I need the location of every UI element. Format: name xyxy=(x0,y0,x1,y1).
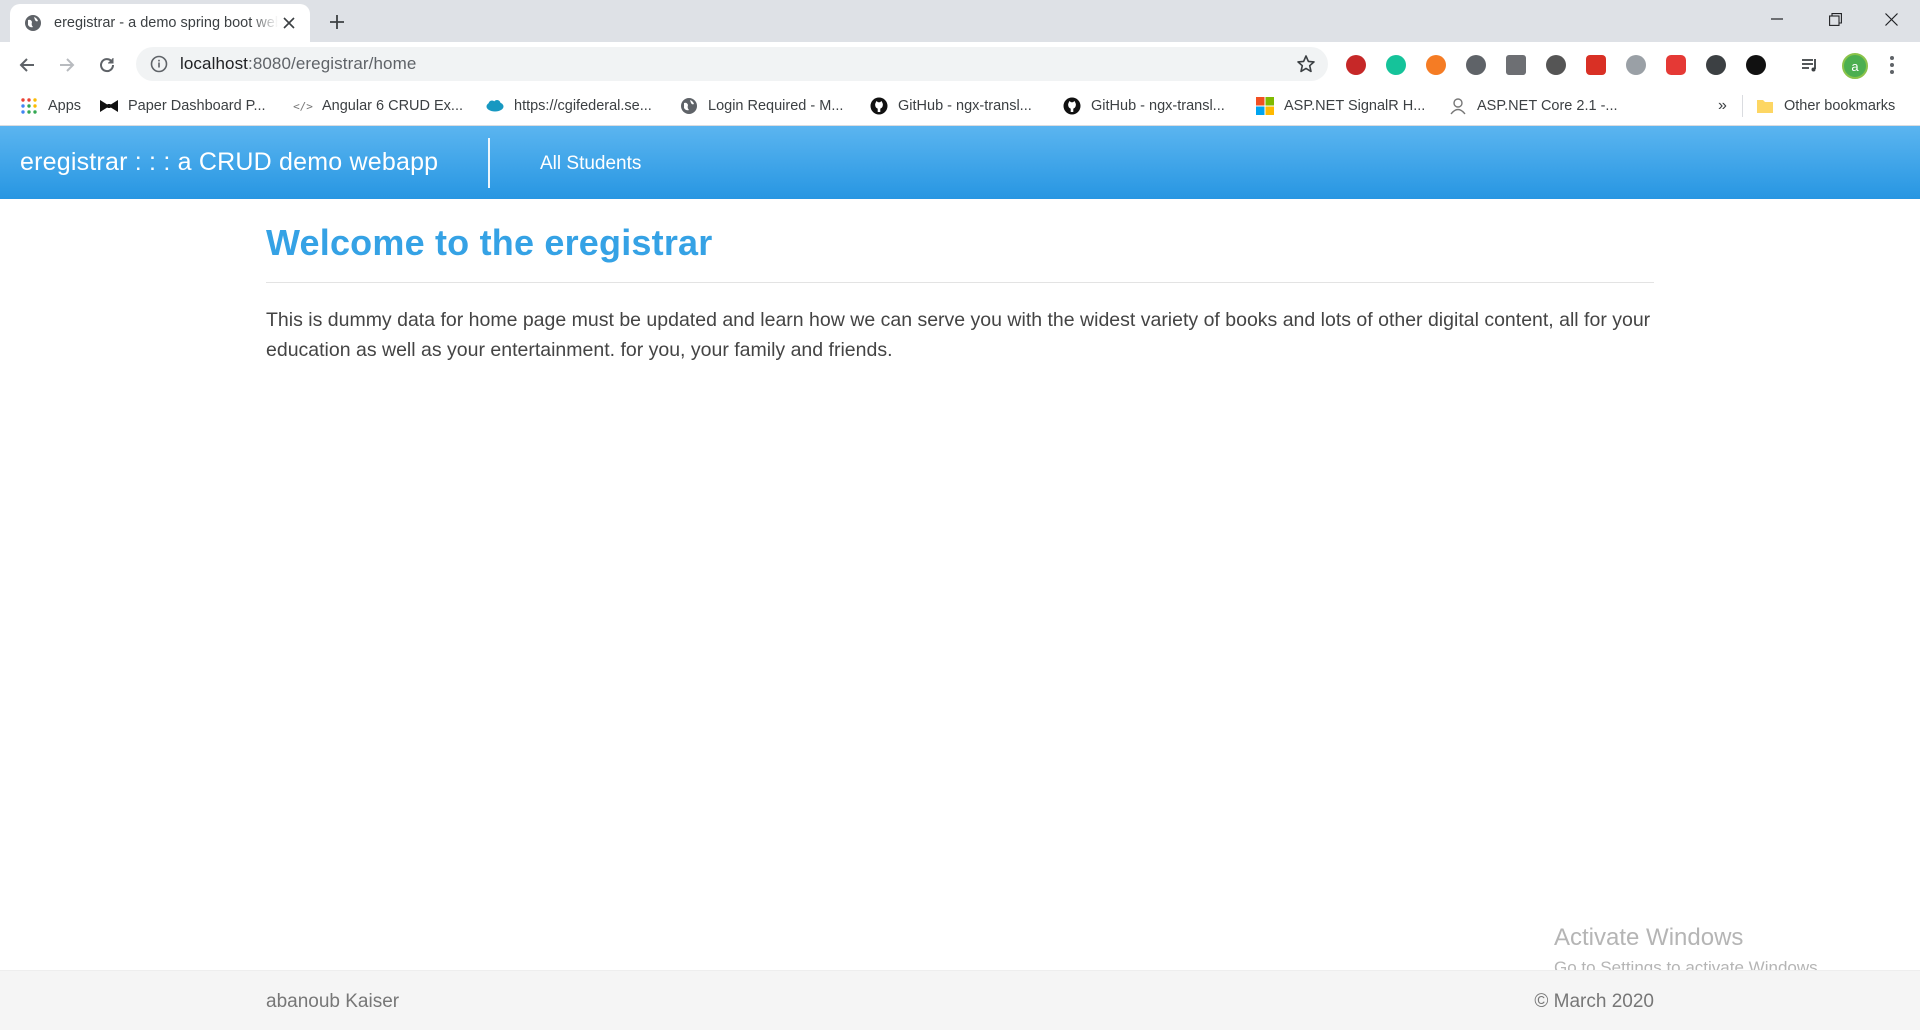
bookmark-label: GitHub - ngx-transl... xyxy=(898,98,1032,114)
address-bar[interactable]: localhost:8080/eregistrar/home xyxy=(136,47,1328,81)
bookmark-label: Login Required - M... xyxy=(708,98,844,114)
minimize-button[interactable] xyxy=(1748,0,1806,38)
nav-link-all-students[interactable]: All Students xyxy=(540,153,641,175)
other-bookmarks[interactable]: Other bookmarks xyxy=(1756,96,1895,116)
code-icon: </> xyxy=(293,99,313,113)
apps-grid-icon xyxy=(20,97,38,115)
bookmark-label: Angular 6 CRUD Ex... xyxy=(322,98,464,114)
profile-avatar[interactable]: a xyxy=(1842,53,1868,79)
media-queue-icon[interactable] xyxy=(1800,55,1820,75)
bookmark-github-2[interactable]: GitHub - ngx-transl... xyxy=(1063,96,1225,116)
browser-tab[interactable]: eregistrar - a demo spring boot webapp xyxy=(10,4,310,42)
title-divider xyxy=(266,282,1654,283)
bookmark-label: Other bookmarks xyxy=(1784,98,1896,114)
tab-title: eregistrar - a demo spring boot webapp xyxy=(54,15,278,31)
footer-author: abanoub Kaiser xyxy=(266,991,400,1012)
bookmarks-bar: Apps Paper Dashboard P... </> Angular 6 … xyxy=(0,86,1920,126)
app-brand[interactable]: eregistrar : : : a CRUD demo webapp xyxy=(20,148,438,177)
browser-menu-icon[interactable] xyxy=(1882,54,1902,76)
person-icon xyxy=(1449,97,1467,115)
shield-extension-icon[interactable] xyxy=(1586,55,1606,75)
info-icon[interactable] xyxy=(150,55,168,73)
bookmark-login-required[interactable]: Login Required - M... xyxy=(680,96,843,116)
bookmark-github-1[interactable]: GitHub - ngx-transl... xyxy=(870,96,1032,116)
film-extension-icon[interactable] xyxy=(1546,55,1566,75)
intro-paragraph: This is dummy data for home page must be… xyxy=(266,309,1651,361)
new-tab-button[interactable] xyxy=(324,9,350,35)
bookmark-aspnet-core[interactable]: ASP.NET Core 2.1 -... xyxy=(1449,96,1618,116)
angular-extension-icon[interactable] xyxy=(1506,55,1526,75)
bookmark-star-icon[interactable] xyxy=(1296,54,1316,74)
url-text[interactable]: localhost:8080/eregistrar/home xyxy=(180,54,416,74)
github-icon xyxy=(1063,97,1081,115)
bookmark-label: Apps xyxy=(48,98,82,114)
music-extension-icon[interactable] xyxy=(1346,55,1366,75)
link-extension-icon[interactable] xyxy=(1626,55,1646,75)
activate-windows-title: Activate Windows xyxy=(1554,924,1744,951)
github-icon xyxy=(870,97,888,115)
bookmark-label: Paper Dashboard P... xyxy=(128,98,266,114)
page-title: Welcome to the eregistrar xyxy=(266,222,713,263)
close-tab-icon[interactable] xyxy=(278,12,300,34)
orange-extension-icon[interactable] xyxy=(1426,55,1446,75)
main-content: Welcome to the eregistrar This is dummy … xyxy=(266,199,1654,365)
browser-toolbar: localhost:8080/eregistrar/home a xyxy=(0,42,1920,86)
globe-icon xyxy=(680,97,698,115)
close-window-button[interactable] xyxy=(1862,0,1920,38)
tab-strip: eregistrar - a demo spring boot webapp xyxy=(0,0,1920,42)
page-footer: abanoub Kaiser © March 2020 xyxy=(0,970,1920,1030)
bookmark-label: ASP.NET Core 2.1 -... xyxy=(1477,98,1618,114)
bookmark-label: GitHub - ngx-transl... xyxy=(1091,98,1225,114)
bookmark-label: https://cgifederal.se... xyxy=(514,98,652,114)
bowtie-icon xyxy=(100,97,118,115)
bookmark-paper-dashboard[interactable]: Paper Dashboard P... xyxy=(100,96,266,116)
eye-extension-icon[interactable] xyxy=(1746,55,1766,75)
forward-button[interactable] xyxy=(52,50,82,80)
microsoft-logo-icon xyxy=(1256,97,1274,115)
sync-extension-icon[interactable] xyxy=(1706,55,1726,75)
app-navbar: eregistrar : : : a CRUD demo webapp All … xyxy=(0,126,1920,199)
footer-copyright: © March 2020 xyxy=(1534,991,1654,1012)
bookmark-label: ASP.NET SignalR H... xyxy=(1284,98,1426,114)
folder-icon xyxy=(1756,97,1774,115)
dark-mode-extension-icon[interactable] xyxy=(1466,55,1486,75)
bookmark-signalr[interactable]: ASP.NET SignalR H... xyxy=(1256,96,1425,116)
video-extension-icon[interactable] xyxy=(1666,55,1686,75)
reload-button[interactable] xyxy=(92,50,122,80)
grammarly-extension-icon[interactable] xyxy=(1386,55,1406,75)
salesforce-cloud-icon xyxy=(486,97,504,115)
bookmarks-divider xyxy=(1742,95,1743,117)
bookmark-angular-crud[interactable]: </> Angular 6 CRUD Ex... xyxy=(293,96,464,116)
bookmark-cgifederal[interactable]: https://cgifederal.se... xyxy=(486,96,652,116)
navbar-divider xyxy=(488,138,490,188)
more-bookmarks-chevron-icon[interactable]: » xyxy=(1718,96,1727,116)
globe-icon xyxy=(25,15,41,31)
bookmark-apps[interactable]: Apps xyxy=(20,96,81,116)
back-button[interactable] xyxy=(12,50,42,80)
restore-button[interactable] xyxy=(1806,0,1864,38)
